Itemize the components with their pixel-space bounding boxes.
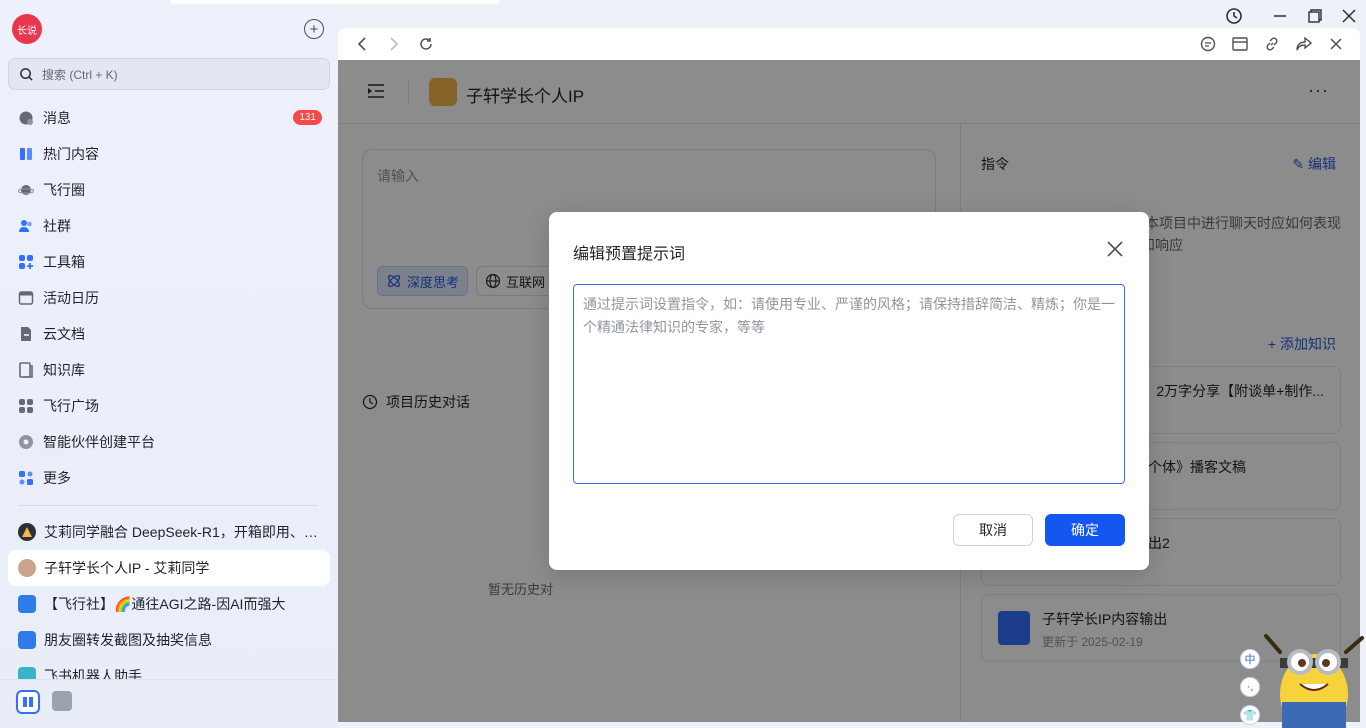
grid-icon [18,398,34,414]
sidebar-item-community[interactable]: 社群 [8,208,330,244]
sidebar-item-label: 活动日历 [43,290,99,306]
calendar-icon [18,290,34,306]
sidebar-item-toolbox[interactable]: 工具箱 [8,244,330,280]
sidebar-item-cloud-docs[interactable]: 云文档 [8,316,330,352]
ime-punctuation-button[interactable]: ·, [1240,677,1260,697]
search-placeholder: 搜索 (Ctrl + K) [42,67,118,82]
history-icon[interactable] [1224,6,1244,26]
sidebar-item-label: 知识库 [43,362,85,378]
chat-avatar [18,595,36,613]
chat-item-active[interactable]: 子轩学长个人IP - 艾莉同学 [8,550,330,586]
gear-icon [18,434,34,450]
sidebar-footer [0,679,338,728]
chat-title: 朋友圈转发截图及抽奖信息 [44,632,212,648]
chat-item[interactable]: 朋友圈转发截图及抽奖信息 [8,622,330,658]
close-icon[interactable] [1104,238,1126,260]
sidebar-divider [18,505,318,506]
browser-toolbar [338,28,1360,60]
comment-icon[interactable] [1199,35,1217,53]
sidebar-item-label: 更多 [43,470,71,486]
more-icon [18,470,34,486]
chat-title: 艾莉同学融合 DeepSeek-R1，开箱即用、… [44,524,318,540]
window-tab-stub [170,0,500,4]
sidebar-item-label: 飞行广场 [43,398,99,414]
close-icon[interactable] [1339,6,1359,26]
chat-avatar [18,523,36,541]
sidebar-item-calendar[interactable]: 活动日历 [8,280,330,316]
close-icon[interactable] [1327,35,1345,53]
sidebar-item-label: 热门内容 [43,146,99,162]
planet-icon [18,182,34,198]
chat-title: 子轩学长个人IP - 艾莉同学 [44,560,210,576]
dialog-title: 编辑预置提示词 [573,246,686,263]
sidebar-item-label: 社群 [43,218,71,234]
sidebar-item-messages[interactable]: 消息 131 [8,100,330,136]
sidebar-item-plaza[interactable]: 飞行广场 [8,388,330,424]
sidebar-item-label: 智能伙伴创建平台 [43,434,155,450]
refresh-icon[interactable] [417,35,435,53]
sidebar-item-label: 工具箱 [43,254,85,270]
sidebar-item-agent-platform[interactable]: 智能伙伴创建平台 [8,424,330,460]
chat-item[interactable]: 【飞行社】🌈通往AGI之路-因AI而强大 [8,586,330,622]
sidebar: 长说 + 搜索 (Ctrl + K) 消息 131 热门内容 飞行圈 社群 工具… [0,0,338,728]
chat-list: 艾莉同学融合 DeepSeek-R1，开箱即用、… 子轩学长个人IP - 艾莉同… [8,514,330,680]
profile-avatar[interactable] [52,691,72,711]
chat-avatar [18,559,36,577]
restore-icon[interactable] [1305,6,1325,26]
toolbox-icon [18,254,34,270]
ime-language-button[interactable]: 中 [1240,649,1260,669]
search-icon [20,67,33,81]
cancel-button[interactable]: 取消 [953,514,1033,546]
chat-item[interactable]: 艾莉同学融合 DeepSeek-R1，开箱即用、… [8,514,330,550]
library-icon [18,362,34,378]
book-icon [18,146,34,162]
sidebar-item-label: 消息 [43,110,71,126]
chat-title: 飞书机器人助手 [44,668,142,680]
minimize-icon[interactable] [1270,6,1290,26]
window-icon[interactable] [1231,35,1249,53]
people-icon [18,218,34,234]
confirm-button[interactable]: 确定 [1045,514,1125,546]
sidebar-nav: 消息 131 热门内容 飞行圈 社群 工具箱 活动日历 云文档 知识库 飞行广场… [8,100,330,496]
add-button[interactable]: + [304,19,324,39]
search-input[interactable]: 搜索 (Ctrl + K) [8,58,330,90]
link-icon[interactable] [1263,35,1281,53]
message-icon [18,110,34,126]
mascot-image [1264,634,1364,728]
chat-item[interactable]: 飞书机器人助手 [8,658,330,680]
doc-icon [18,326,34,342]
book-icon[interactable] [16,690,40,714]
forward-icon[interactable] [385,35,403,53]
prompt-textarea[interactable] [573,284,1125,484]
share-icon[interactable] [1295,35,1313,53]
sidebar-item-hot[interactable]: 热门内容 [8,136,330,172]
edit-prompt-dialog: 编辑预置提示词 取消 确定 [549,212,1149,570]
back-icon[interactable] [353,35,371,53]
sidebar-item-flight-circle[interactable]: 飞行圈 [8,172,330,208]
chat-title: 【飞行社】🌈通往AGI之路-因AI而强大 [44,596,286,612]
sidebar-item-label: 飞行圈 [43,182,85,198]
unread-badge: 131 [293,110,322,125]
chat-avatar [18,631,36,649]
avatar[interactable]: 长说 [12,14,42,44]
skin-icon[interactable]: 👕 [1240,705,1260,725]
sidebar-item-more[interactable]: 更多 [8,460,330,496]
sidebar-item-knowledge-base[interactable]: 知识库 [8,352,330,388]
sidebar-item-label: 云文档 [43,326,85,342]
